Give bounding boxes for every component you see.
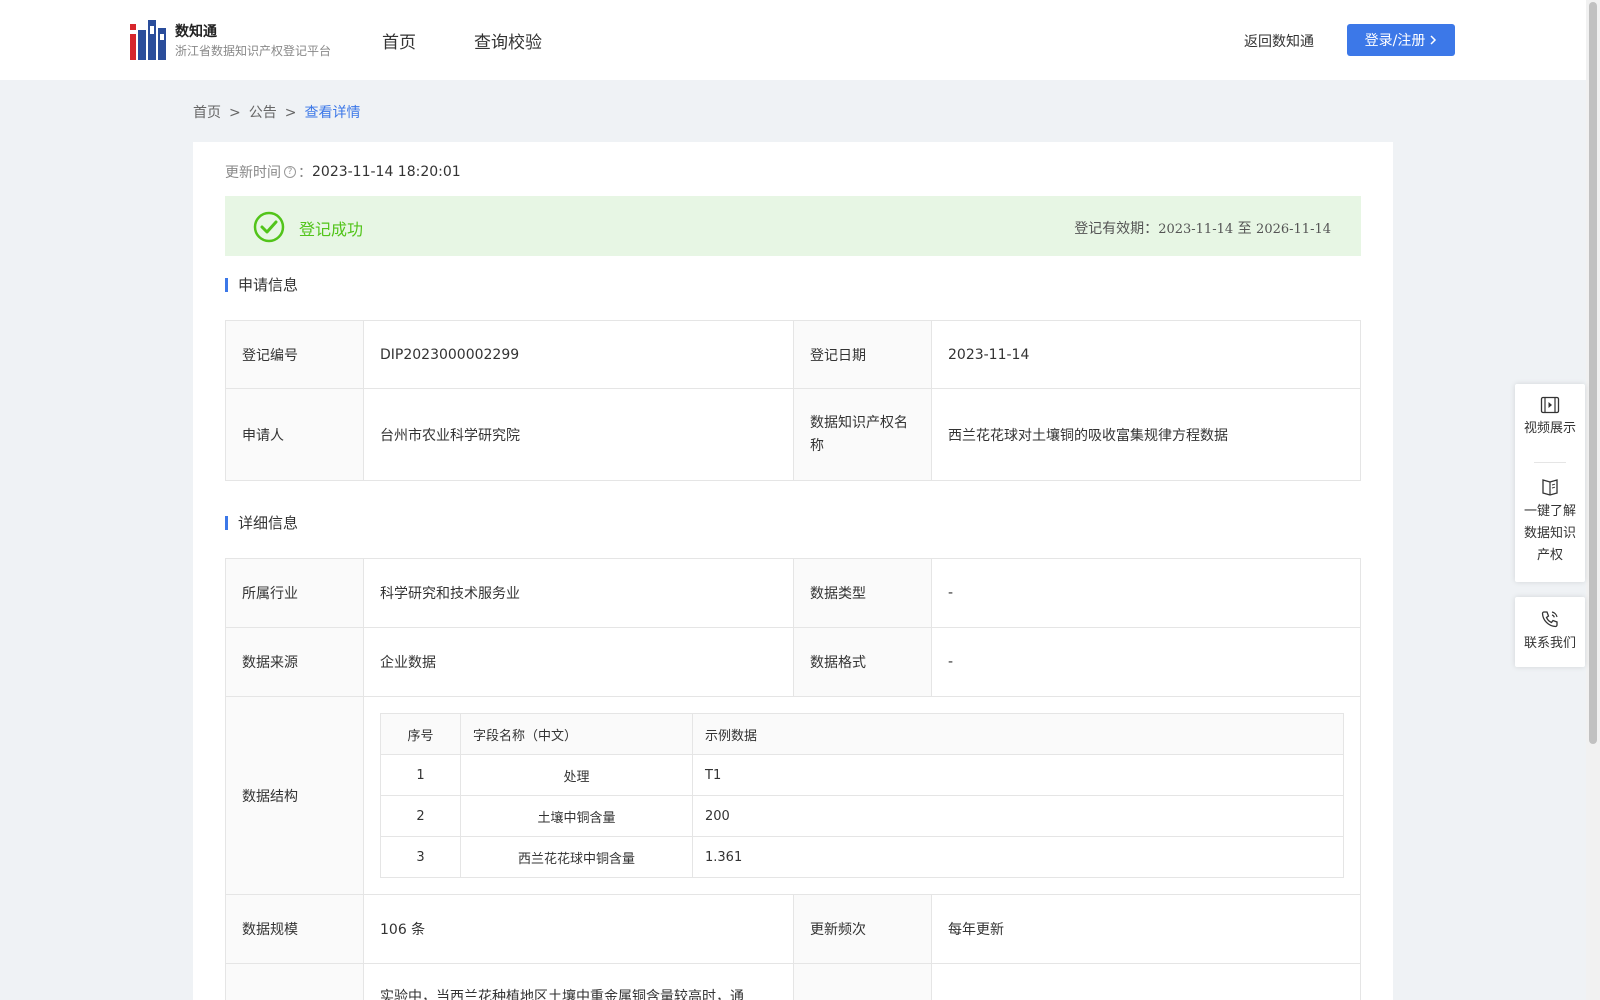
update-freq-label: 更新频次 xyxy=(793,894,932,964)
side-learn-line2: 数据知识 xyxy=(1523,526,1576,541)
reg-date-label: 登记日期 xyxy=(793,320,932,389)
validity-period: 登记有效期：2023-11-14 至 2026-11-14 xyxy=(1074,218,1331,238)
data-structure-cell: 序号 字段名称（中文） 示例数据 1 处理 T1 2 土壤中铜含量 200 3 … xyxy=(363,696,1361,895)
brand-name: 数知通 xyxy=(175,24,217,40)
applicant-value: 台州市农业科学研究院 xyxy=(363,388,794,481)
brand-subtitle: 浙江省数据知识产权登记平台 xyxy=(175,44,332,58)
col-header-sample: 示例数据 xyxy=(692,713,1344,755)
ip-name-value: 西兰花花球对土壤铜的吸收富集规律方程数据 xyxy=(931,388,1361,481)
cell-field: 土壤中铜含量 xyxy=(460,795,693,837)
update-time-row: 更新时间 ? ： 2023-11-14 18:20:01 xyxy=(225,162,461,182)
breadcrumb-separator: > xyxy=(284,105,297,121)
data-type-label: 数据类型 xyxy=(793,558,932,628)
question-icon[interactable]: ? xyxy=(284,166,296,178)
table-row: 实验中，当西兰花种植地区土壤中重金属铜含量较高时，通 xyxy=(225,963,1361,1000)
applicant-label: 申请人 xyxy=(225,388,364,481)
status-banner: 登记成功 登记有效期：2023-11-14 至 2026-11-14 xyxy=(225,196,1361,256)
cell-sample: 1.361 xyxy=(692,836,1344,878)
cell-index: 3 xyxy=(380,836,461,878)
table-row: 申请人 台州市农业科学研究院 数据知识产权名称 西兰花花球对土壤铜的吸收富集规律… xyxy=(225,388,1361,481)
apply-info-table: 登记编号 DIP2023000002299 登记日期 2023-11-14 申请… xyxy=(225,320,1361,481)
side-float-panel: 视频展示 一键了解 数据知识 产权 xyxy=(1515,384,1585,582)
status-text: 登记成功 xyxy=(299,220,364,239)
page-scrollbar[interactable] xyxy=(1586,0,1600,1000)
reg-no-value: DIP2023000002299 xyxy=(363,320,794,389)
data-format-value: - xyxy=(931,627,1361,697)
reg-date-value: 2023-11-14 xyxy=(931,320,1361,389)
reg-no-label: 登记编号 xyxy=(225,320,364,389)
side-learn-line3: 产权 xyxy=(1536,548,1563,563)
detail-info-table: 所属行业 科学研究和技术服务业 数据类型 - 数据来源 企业数据 数据格式 - … xyxy=(225,558,1361,1000)
side-video-button[interactable]: 视频展示 xyxy=(1515,384,1585,462)
section-title-apply: 申请信息 xyxy=(225,278,298,293)
data-scale-label: 数据规模 xyxy=(225,894,364,964)
industry-value: 科学研究和技术服务业 xyxy=(363,558,794,628)
data-structure-table: 序号 字段名称（中文） 示例数据 1 处理 T1 2 土壤中铜含量 200 3 … xyxy=(380,713,1344,878)
validity-from: 2023-11-14 xyxy=(1158,222,1234,237)
table-row: 数据结构 序号 字段名称（中文） 示例数据 1 处理 T1 2 土壤中铜含量 2… xyxy=(225,696,1361,895)
breadcrumb-separator: > xyxy=(229,105,241,121)
validity-to-word: 至 xyxy=(1237,221,1252,237)
brand-logo-icon[interactable] xyxy=(130,20,166,60)
description-value: 实验中，当西兰花种植地区土壤中重金属铜含量较高时，通 xyxy=(363,963,794,1000)
breadcrumb-current: 查看详情 xyxy=(304,105,361,121)
chevron-right-icon xyxy=(1430,35,1437,45)
update-time-value: 2023-11-14 18:20:01 xyxy=(312,164,461,180)
empty-value xyxy=(931,963,1361,1000)
cell-sample: 200 xyxy=(692,795,1344,837)
breadcrumb-home[interactable]: 首页 xyxy=(193,105,221,121)
cell-sample: T1 xyxy=(692,754,1344,796)
table-row: 所属行业 科学研究和技术服务业 数据类型 - xyxy=(225,558,1361,628)
colon: ： xyxy=(298,165,312,181)
ip-name-label: 数据知识产权名称 xyxy=(793,388,932,481)
data-format-label: 数据格式 xyxy=(793,627,932,697)
breadcrumb: 首页 > 公告 > 查看详情 xyxy=(193,102,360,122)
back-to-platform-link[interactable]: 返回数知通 xyxy=(1244,31,1314,51)
update-freq-value: 每年更新 xyxy=(931,894,1361,964)
data-source-value: 企业数据 xyxy=(363,627,794,697)
login-register-button[interactable]: 登录/注册 xyxy=(1347,24,1455,56)
side-video-label: 视频展示 xyxy=(1523,421,1576,436)
table-row: 数据来源 企业数据 数据格式 - xyxy=(225,627,1361,697)
validity-to: 2026-11-14 xyxy=(1256,222,1331,237)
data-structure-label: 数据结构 xyxy=(225,696,364,895)
side-learn-button[interactable]: 一键了解 数据知识 产权 xyxy=(1515,463,1585,567)
scrollbar-thumb[interactable] xyxy=(1589,2,1597,744)
col-header-index: 序号 xyxy=(380,713,461,755)
table-row: 2 土壤中铜含量 200 xyxy=(380,795,1344,837)
cell-field: 西兰花花球中铜含量 xyxy=(460,836,693,878)
data-source-label: 数据来源 xyxy=(225,627,364,697)
industry-label: 所属行业 xyxy=(225,558,364,628)
table-row: 1 处理 T1 xyxy=(380,754,1344,796)
table-row: 3 西兰花花球中铜含量 1.361 xyxy=(380,836,1344,878)
table-row: 数据规模 106 条 更新频次 每年更新 xyxy=(225,894,1361,964)
col-header-field: 字段名称（中文） xyxy=(460,713,693,755)
side-contact-panel: 联系我们 xyxy=(1515,597,1585,667)
cell-index: 2 xyxy=(380,795,461,837)
empty-label xyxy=(793,963,932,1000)
book-icon xyxy=(1542,479,1558,496)
side-contact-label: 联系我们 xyxy=(1523,636,1576,651)
section-title-detail: 详细信息 xyxy=(225,516,298,531)
top-header: 数知通 浙江省数据知识产权登记平台 首页 查询校验 返回数知通 登录/注册 xyxy=(0,0,1586,80)
data-scale-value: 106 条 xyxy=(363,894,794,964)
empty-label xyxy=(225,963,364,1000)
update-time-label: 更新时间 xyxy=(225,165,281,181)
phone-icon xyxy=(1541,611,1558,628)
check-circle-icon xyxy=(253,211,285,243)
cell-field: 处理 xyxy=(460,754,693,796)
table-row: 序号 字段名称（中文） 示例数据 xyxy=(380,713,1344,755)
nav-query[interactable]: 查询校验 xyxy=(474,28,542,53)
table-row: 登记编号 DIP2023000002299 登记日期 2023-11-14 xyxy=(225,320,1361,389)
breadcrumb-notice[interactable]: 公告 xyxy=(249,105,277,121)
nav-home[interactable]: 首页 xyxy=(382,28,416,53)
login-register-label: 登录/注册 xyxy=(1364,33,1426,49)
cell-index: 1 xyxy=(380,754,461,796)
detail-card: 更新时间 ? ： 2023-11-14 18:20:01 登记成功 登记有效期：… xyxy=(193,142,1393,1000)
validity-label: 登记有效期： xyxy=(1074,221,1159,237)
side-contact-button[interactable]: 联系我们 xyxy=(1515,597,1585,655)
video-icon xyxy=(1540,396,1560,414)
data-type-value: - xyxy=(931,558,1361,628)
side-learn-line1: 一键了解 xyxy=(1523,504,1576,519)
